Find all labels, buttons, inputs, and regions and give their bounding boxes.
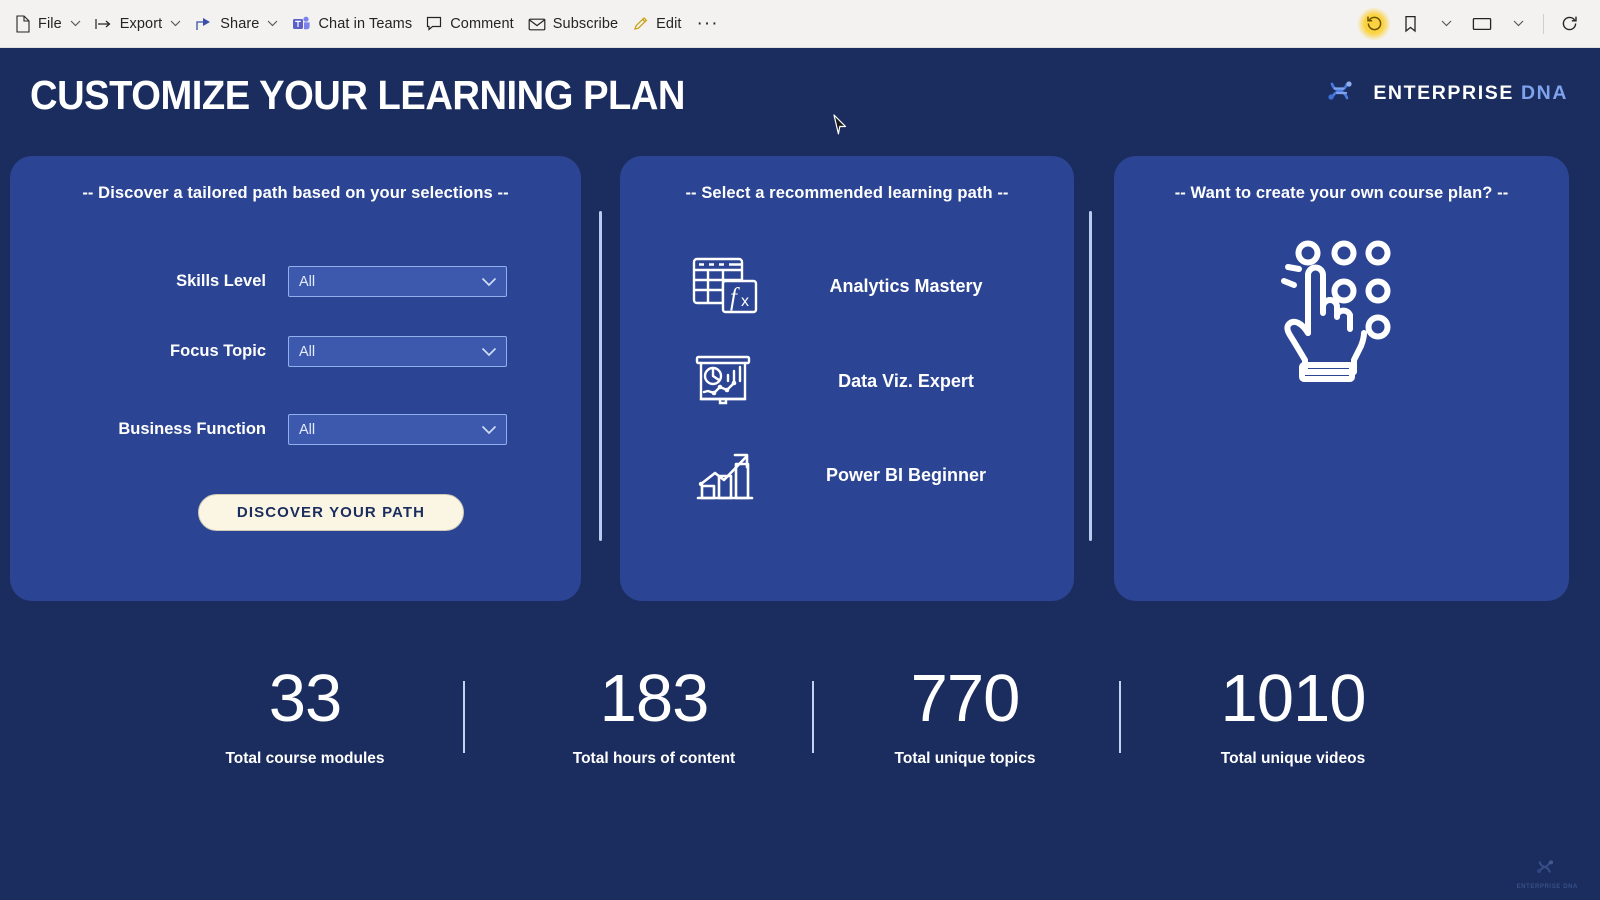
mouse-cursor bbox=[833, 114, 848, 141]
toolbar-divider bbox=[1543, 13, 1544, 34]
kpi-label: Total unique topics bbox=[894, 750, 1036, 767]
chevron-down-icon[interactable] bbox=[169, 20, 181, 27]
dna-helix-icon bbox=[1534, 857, 1560, 882]
toolbar-item-comment[interactable]: Comment bbox=[419, 8, 521, 40]
dna-helix-icon bbox=[1325, 76, 1361, 111]
kpi-label: Total unique videos bbox=[1220, 750, 1366, 767]
slicer-value: All bbox=[299, 273, 316, 290]
refresh-icon[interactable] bbox=[1552, 8, 1586, 40]
slicer-row-skills-level: Skills Level All bbox=[70, 266, 518, 297]
reset-icon[interactable] bbox=[1357, 7, 1391, 40]
toolbar-right-group bbox=[1357, 7, 1592, 40]
learning-path-label: Analytics Mastery bbox=[829, 275, 983, 296]
brand-logo: ENTERPRISE DNA bbox=[1325, 76, 1568, 111]
slicer-dropdown-skills-level[interactable]: All bbox=[288, 266, 507, 297]
kpi-value: 33 bbox=[268, 661, 343, 736]
view-icon[interactable] bbox=[1465, 8, 1499, 40]
toolbar-item-label: Chat in Teams bbox=[318, 15, 413, 32]
toolbar-item-label: File bbox=[38, 15, 62, 32]
chevron-down-icon[interactable] bbox=[266, 20, 278, 27]
kpi-total-unique-videos: 1010 Total unique videos bbox=[1158, 660, 1428, 768]
toolbar-overflow-button[interactable]: ··· bbox=[689, 14, 727, 33]
card-filters-heading: -- Discover a tailored path based on you… bbox=[82, 184, 509, 202]
watermark-secondary: DNA bbox=[1563, 884, 1578, 890]
bookmark-icon[interactable] bbox=[1393, 8, 1427, 40]
chevron-down-icon[interactable] bbox=[69, 20, 81, 27]
learning-path-power-bi-beginner[interactable]: Power BI Beginner bbox=[680, 444, 1040, 506]
kpi-label: Total course modules bbox=[225, 750, 385, 767]
page-title: CUSTOMIZE YOUR LEARNING PLAN bbox=[30, 72, 686, 118]
brand-primary: ENTERPRISE bbox=[1373, 82, 1514, 104]
kpi-total-unique-topics: 770 Total unique topics bbox=[830, 660, 1100, 768]
presentation-chart-icon bbox=[680, 349, 772, 413]
slicer-row-business-function: Business Function All bbox=[70, 414, 518, 445]
learning-path-data-viz-expert[interactable]: Data Viz. Expert bbox=[680, 349, 1040, 413]
slicer-row-focus-topic: Focus Topic All bbox=[70, 336, 518, 367]
file-icon bbox=[15, 14, 31, 33]
kpi-value: 770 bbox=[910, 661, 1021, 736]
toolbar-item-label: Edit bbox=[656, 15, 682, 32]
kpi-value: 1010 bbox=[1220, 661, 1366, 736]
watermark-primary: ENTERPRISE bbox=[1516, 884, 1561, 890]
discover-your-path-button[interactable]: DISCOVER YOUR PATH bbox=[198, 494, 464, 531]
brand-watermark: ENTERPRISE DNA bbox=[1517, 857, 1578, 890]
bar-chart-growth-icon bbox=[680, 444, 772, 506]
slicer-value: All bbox=[299, 421, 316, 438]
kpi-divider bbox=[1119, 681, 1121, 753]
toolbar-left-group: File Export Share Chat in Teams Comment … bbox=[8, 8, 727, 40]
learning-path-analytics-mastery[interactable]: f x Analytics Mastery bbox=[680, 254, 1040, 318]
card-custom-plan-heading: -- Want to create your own course plan? … bbox=[1174, 184, 1509, 202]
chevron-down-icon[interactable] bbox=[481, 347, 497, 357]
toolbar-item-file[interactable]: File bbox=[8, 8, 88, 40]
slicer-label: Focus Topic bbox=[170, 342, 266, 360]
kpi-total-hours-of-content: 183 Total hours of content bbox=[519, 660, 789, 768]
pencil-icon bbox=[632, 15, 649, 32]
card-filters: -- Discover a tailored path based on you… bbox=[10, 156, 581, 601]
learning-path-label: Power BI Beginner bbox=[825, 464, 987, 485]
powerbi-toolbar: File Export Share Chat in Teams Comment … bbox=[0, 0, 1600, 48]
kpi-divider bbox=[463, 681, 465, 753]
svg-text:x: x bbox=[741, 293, 749, 310]
hand-select-icon[interactable] bbox=[1278, 231, 1406, 396]
share-icon bbox=[195, 16, 213, 32]
toolbar-item-label: Share bbox=[220, 15, 260, 32]
export-icon bbox=[95, 17, 113, 31]
slicer-dropdown-focus-topic[interactable]: All bbox=[288, 336, 507, 367]
toolbar-item-chat-in-teams[interactable]: Chat in Teams bbox=[285, 8, 419, 40]
slicer-dropdown-business-function[interactable]: All bbox=[288, 414, 507, 445]
toolbar-item-label: Comment bbox=[450, 15, 514, 32]
mail-icon bbox=[528, 17, 546, 31]
chevron-down-icon[interactable] bbox=[481, 277, 497, 287]
bookmark-chevron-down-icon[interactable] bbox=[1429, 8, 1463, 40]
slicer-label: Business Function bbox=[118, 420, 266, 438]
view-chevron-down-icon[interactable] bbox=[1501, 8, 1535, 40]
report-canvas: CUSTOMIZE YOUR LEARNING PLAN ENTERPRISE … bbox=[0, 48, 1600, 900]
slicer-label: Skills Level bbox=[176, 272, 266, 290]
toolbar-item-edit[interactable]: Edit bbox=[625, 8, 688, 40]
brand-text: ENTERPRISE DNA bbox=[1373, 82, 1568, 105]
toolbar-item-share[interactable]: Share bbox=[188, 8, 285, 40]
card-learning-paths: -- Select a recommended learning path --… bbox=[620, 156, 1074, 601]
chevron-down-icon[interactable] bbox=[481, 425, 497, 435]
kpi-total-course-modules: 33 Total course modules bbox=[170, 660, 440, 768]
brand-secondary: DNA bbox=[1520, 82, 1568, 104]
kpi-value: 183 bbox=[599, 661, 710, 736]
card-divider-2 bbox=[1089, 211, 1092, 541]
watermark-text: ENTERPRISE DNA bbox=[1517, 884, 1578, 890]
kpi-divider bbox=[812, 681, 814, 753]
teams-icon bbox=[292, 15, 311, 32]
card-custom-plan: -- Want to create your own course plan? … bbox=[1114, 156, 1569, 601]
learning-path-label: Data Viz. Expert bbox=[838, 370, 974, 391]
spreadsheet-formula-icon: f x bbox=[680, 254, 772, 318]
toolbar-item-label: Subscribe bbox=[552, 15, 619, 32]
kpi-label: Total hours of content bbox=[572, 750, 736, 767]
comment-icon bbox=[426, 16, 443, 31]
toolbar-item-label: Export bbox=[119, 15, 163, 32]
card-learning-paths-heading: -- Select a recommended learning path -- bbox=[685, 184, 1009, 202]
toolbar-item-export[interactable]: Export bbox=[88, 8, 189, 40]
card-divider-1 bbox=[599, 211, 602, 541]
toolbar-item-subscribe[interactable]: Subscribe bbox=[521, 8, 625, 40]
slicer-value: All bbox=[299, 343, 316, 360]
